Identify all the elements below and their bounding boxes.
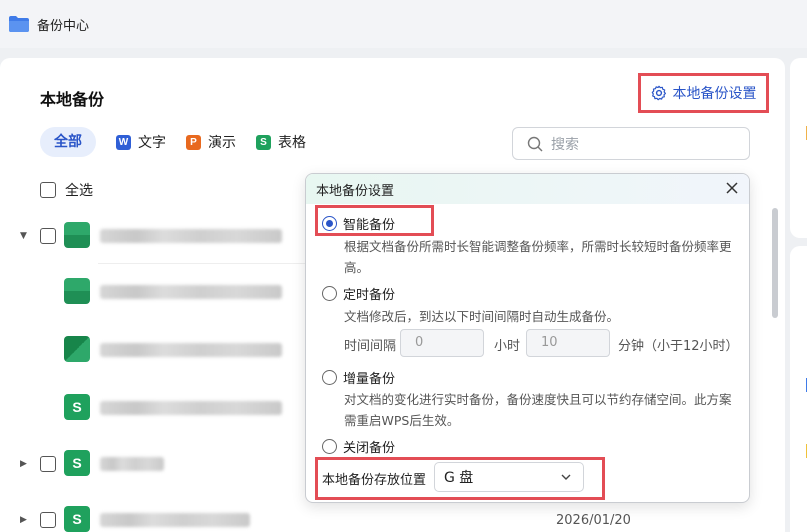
location-select[interactable]: G 盘 <box>434 462 584 492</box>
side-panel-bottom <box>790 246 807 532</box>
blurred-filename <box>100 457 164 471</box>
select-all[interactable]: 全选 <box>40 180 93 200</box>
file-row[interactable] <box>0 268 307 316</box>
option-description: 文档修改后，到达以下时间间隔时自动生成备份。 <box>344 309 620 324</box>
file-row[interactable]: ▼ <box>0 212 307 260</box>
row-date: 2026/01/20 <box>556 513 631 528</box>
file-row[interactable]: S <box>0 384 307 432</box>
expand-icon[interactable]: ▼ <box>20 231 27 241</box>
section-title: 本地备份 <box>40 90 105 109</box>
option-smart-backup[interactable]: 智能备份 <box>322 214 395 233</box>
popup-title: 本地备份设置 <box>316 183 395 199</box>
presentation-icon: P <box>186 134 201 150</box>
blurred-filename <box>100 343 282 357</box>
folder-cloud-icon <box>8 15 30 33</box>
gear-icon <box>651 85 666 101</box>
radio-button[interactable] <box>322 439 337 454</box>
option-label: 智能备份 <box>343 218 396 233</box>
side-panel-top <box>790 58 807 238</box>
option-disable-backup[interactable]: 关闭备份 <box>322 437 395 456</box>
filter-label: 表格 <box>278 135 306 151</box>
option-description: 根据文档备份所需时长智能调整备份频率，所需时长较短时备份频率更高。 <box>344 239 732 275</box>
filter-bar: 全部 W 文字 P 演示 S 表格 <box>40 127 326 157</box>
backup-settings-popup: 本地备份设置 智能备份 根据文档备份所需时长智能调整备份频率，所需时长较短时备份… <box>305 173 750 503</box>
select-all-label: 全选 <box>65 183 93 199</box>
search-input[interactable]: 搜索 <box>512 127 750 160</box>
filter-presentation[interactable]: P 演示 <box>186 132 236 152</box>
filter-label: 文字 <box>138 135 166 151</box>
file-row[interactable]: ▶ S <box>0 440 307 488</box>
row-checkbox[interactable] <box>40 456 56 472</box>
search-icon <box>527 136 543 151</box>
radio-button[interactable] <box>322 216 337 231</box>
file-row[interactable]: ▶ S <box>0 496 307 532</box>
option-label: 定时备份 <box>343 288 396 303</box>
radio-button[interactable] <box>322 286 337 301</box>
option-description: 对文档的变化进行实时备份，备份速度快且可以节约存储空间。此方案需重启WPS后生效… <box>344 392 732 428</box>
row-checkbox[interactable] <box>40 228 56 244</box>
blurred-filename <box>100 229 282 243</box>
minutes-unit: 分钟（小于12小时） <box>618 339 739 354</box>
writer-icon: W <box>116 134 131 150</box>
filter-writer[interactable]: W 文字 <box>116 132 166 152</box>
title-bar: 备份中心 <box>0 0 807 48</box>
scrollbar[interactable] <box>772 208 778 318</box>
interval-label: 时间间隔 <box>344 339 397 354</box>
option-label: 增量备份 <box>343 372 396 387</box>
filter-all[interactable]: 全部 <box>40 127 96 157</box>
chevron-down-icon <box>561 474 571 480</box>
select-all-checkbox[interactable] <box>40 182 56 198</box>
spreadsheet-file-icon: S <box>64 450 90 476</box>
close-icon[interactable] <box>725 181 739 195</box>
settings-button-label: 本地备份设置 <box>672 86 757 102</box>
blurred-filename <box>100 401 282 415</box>
row-checkbox[interactable] <box>40 512 56 528</box>
file-row[interactable] <box>0 326 307 374</box>
popup-header: 本地备份设置 <box>306 174 749 204</box>
option-scheduled-backup[interactable]: 定时备份 <box>322 284 395 303</box>
window-title: 备份中心 <box>37 18 90 34</box>
divider <box>98 263 306 264</box>
option-label: 关闭备份 <box>343 441 396 456</box>
filter-spreadsheet[interactable]: S 表格 <box>256 132 306 152</box>
expand-icon[interactable]: ▶ <box>20 459 27 469</box>
minutes-input[interactable]: 10 <box>526 329 610 357</box>
spreadsheet-file-icon <box>64 336 90 362</box>
hours-input[interactable]: 0 <box>400 329 484 357</box>
radio-button[interactable] <box>322 370 337 385</box>
blurred-filename <box>100 285 282 299</box>
spreadsheet-file-icon <box>64 222 90 248</box>
spreadsheet-icon: S <box>256 134 271 150</box>
local-backup-settings-button[interactable]: 本地备份设置 <box>638 73 769 113</box>
option-incremental-backup[interactable]: 增量备份 <box>322 368 395 387</box>
location-value: G 盘 <box>444 470 474 486</box>
blurred-filename <box>100 513 250 527</box>
spreadsheet-file-icon: S <box>64 394 90 420</box>
search-placeholder: 搜索 <box>551 136 579 153</box>
hours-unit: 小时 <box>494 339 521 354</box>
location-label: 本地备份存放位置 <box>322 473 427 488</box>
spreadsheet-file-icon: S <box>64 506 90 532</box>
filter-label: 演示 <box>208 135 236 151</box>
expand-icon[interactable]: ▶ <box>20 515 27 525</box>
spreadsheet-file-icon <box>64 278 90 304</box>
